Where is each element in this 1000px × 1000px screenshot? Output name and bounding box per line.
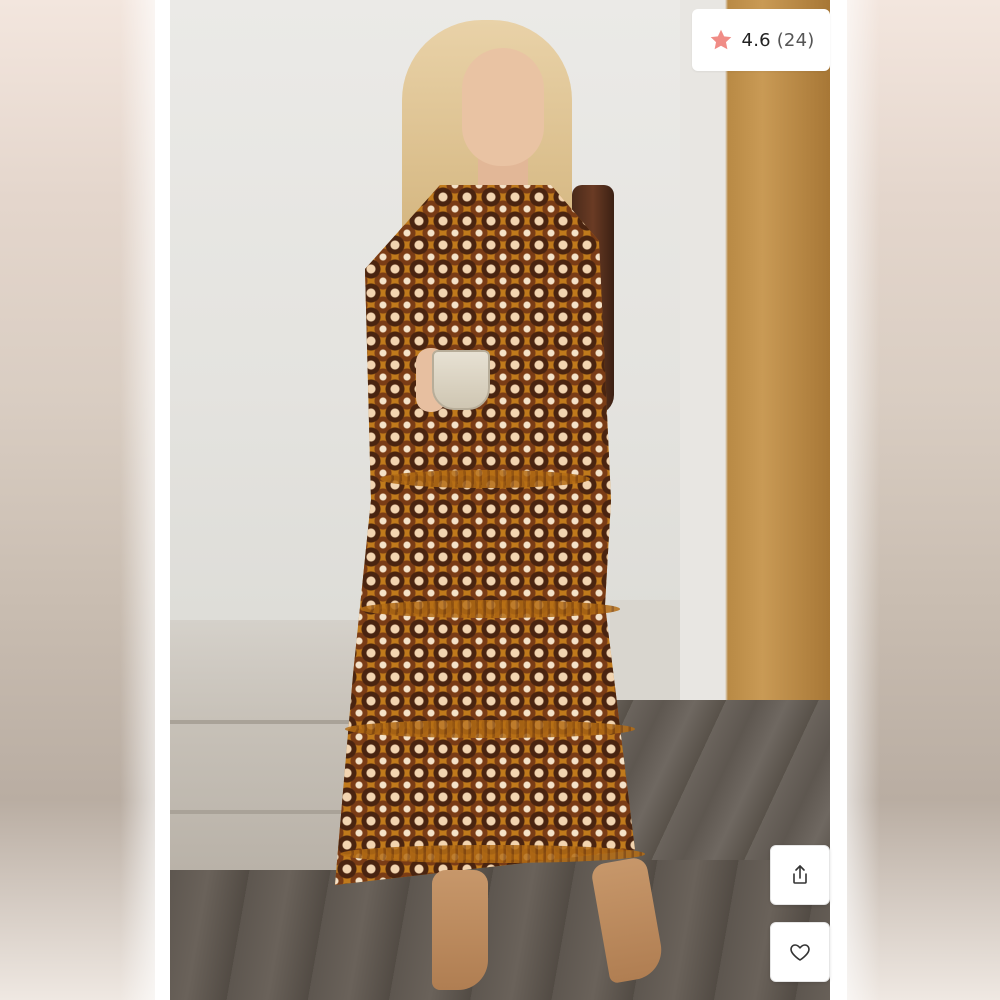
star-icon — [710, 29, 731, 50]
share-button[interactable] — [770, 845, 830, 905]
rating-value: 4.6 (24) — [742, 30, 815, 51]
product-photo[interactable] — [170, 0, 830, 1000]
dress-ruffle — [340, 845, 645, 863]
rating-score: 4.6 — [741, 29, 771, 51]
dress-ruffle — [380, 470, 590, 488]
photo-wood-pillar — [680, 0, 830, 715]
star-icon-shape — [710, 29, 731, 50]
photo-floor-front — [170, 860, 830, 1000]
bench-step-line — [170, 720, 370, 724]
like-button[interactable] — [770, 922, 830, 982]
dress-ruffle — [345, 720, 635, 738]
ceramic-mug — [432, 350, 490, 410]
cowboy-boot-left — [432, 870, 488, 990]
backdrop-fade-left — [120, 0, 170, 1000]
heart-icon — [790, 944, 810, 961]
bench-step-line — [170, 810, 370, 814]
rating-badge: 4.6 (24) — [692, 9, 830, 71]
dress-ruffle — [360, 600, 620, 618]
model-face — [462, 48, 544, 166]
backdrop-fade-right — [830, 0, 880, 1000]
floral-maxi-dress — [335, 185, 635, 885]
rating-count: (24) — [776, 29, 815, 51]
share-icon — [793, 865, 807, 884]
